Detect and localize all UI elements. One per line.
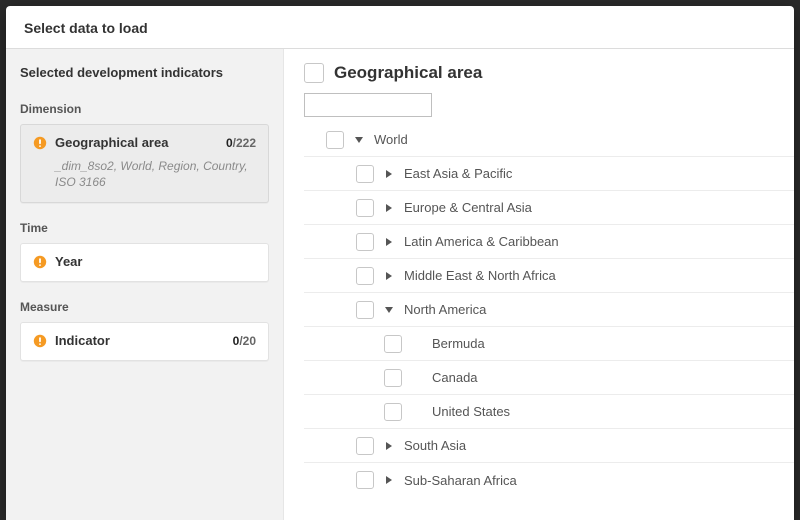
area-tree: World East Asia & Pacific Europe & Centr… (304, 123, 794, 497)
checkbox[interactable] (356, 199, 374, 217)
right-panel-heading: Geographical area (304, 63, 794, 83)
tree-row-south-asia[interactable]: South Asia (304, 429, 794, 463)
tree-label: East Asia & Pacific (404, 166, 512, 181)
tree-label: Canada (432, 370, 478, 385)
checkbox[interactable] (384, 335, 402, 353)
checkbox[interactable] (356, 437, 374, 455)
dimension-section-label: Dimension (20, 102, 269, 116)
checkbox[interactable] (384, 369, 402, 387)
checkbox[interactable] (356, 267, 374, 285)
checkbox[interactable] (356, 165, 374, 183)
measure-section-label: Measure (20, 300, 269, 314)
tree-search-input[interactable] (304, 93, 432, 117)
dimension-description: _dim_8so2, World, Region, Country, ISO 3… (33, 158, 256, 190)
caret-right-icon[interactable] (384, 237, 394, 247)
tree-label: United States (432, 404, 510, 419)
tree-label: World (374, 132, 408, 147)
time-name: Year (55, 254, 256, 269)
checkbox[interactable] (356, 233, 374, 251)
checkbox[interactable] (384, 403, 402, 421)
tree-row-ssa[interactable]: Sub-Saharan Africa (304, 463, 794, 497)
dimension-card-head: Geographical area 0/222 (33, 135, 256, 150)
tree-row-united-states[interactable]: United States (304, 395, 794, 429)
tree-row-world[interactable]: World (304, 123, 794, 157)
modal-title: Select data to load (6, 6, 794, 49)
select-data-modal: Select data to load Selected development… (6, 6, 794, 520)
checkbox[interactable] (356, 471, 374, 489)
warning-icon (33, 334, 47, 348)
tree-label: Bermuda (432, 336, 485, 351)
tree-label: Sub-Saharan Africa (404, 473, 517, 488)
warning-icon (33, 136, 47, 150)
caret-down-icon[interactable] (354, 135, 364, 145)
tree-row-canada[interactable]: Canada (304, 361, 794, 395)
tree-row-latam[interactable]: Latin America & Caribbean (304, 225, 794, 259)
tree-row-east-asia[interactable]: East Asia & Pacific (304, 157, 794, 191)
checkbox[interactable] (326, 131, 344, 149)
tree-row-europe[interactable]: Europe & Central Asia (304, 191, 794, 225)
right-panel-title: Geographical area (334, 63, 482, 83)
measure-card[interactable]: Indicator 0/20 (20, 322, 269, 361)
select-all-checkbox[interactable] (304, 63, 324, 83)
caret-right-icon[interactable] (384, 203, 394, 213)
tree-row-mena[interactable]: Middle East & North Africa (304, 259, 794, 293)
modal-body: Selected development indicators Dimensio… (6, 49, 794, 520)
tree-label: North America (404, 302, 486, 317)
left-panel-title: Selected development indicators (20, 65, 269, 80)
tree-row-bermuda[interactable]: Bermuda (304, 327, 794, 361)
caret-right-icon[interactable] (384, 169, 394, 179)
caret-right-icon[interactable] (384, 475, 394, 485)
measure-name: Indicator (55, 333, 225, 348)
caret-down-icon[interactable] (384, 305, 394, 315)
caret-right-icon[interactable] (384, 271, 394, 281)
checkbox[interactable] (356, 301, 374, 319)
tree-label: Europe & Central Asia (404, 200, 532, 215)
tree-row-north-america[interactable]: North America (304, 293, 794, 327)
time-card[interactable]: Year (20, 243, 269, 282)
dimension-count: 0/222 (226, 136, 256, 150)
warning-icon (33, 255, 47, 269)
left-panel: Selected development indicators Dimensio… (6, 49, 284, 520)
measure-count: 0/20 (233, 334, 256, 348)
right-panel: Geographical area World East Asia & Paci… (284, 49, 794, 520)
tree-label: Middle East & North Africa (404, 268, 556, 283)
measure-card-head: Indicator 0/20 (33, 333, 256, 348)
tree-label: Latin America & Caribbean (404, 234, 559, 249)
tree-label: South Asia (404, 438, 466, 453)
time-section-label: Time (20, 221, 269, 235)
time-card-head: Year (33, 254, 256, 269)
dimension-name: Geographical area (55, 135, 218, 150)
dimension-card[interactable]: Geographical area 0/222 _dim_8so2, World… (20, 124, 269, 203)
caret-right-icon[interactable] (384, 441, 394, 451)
